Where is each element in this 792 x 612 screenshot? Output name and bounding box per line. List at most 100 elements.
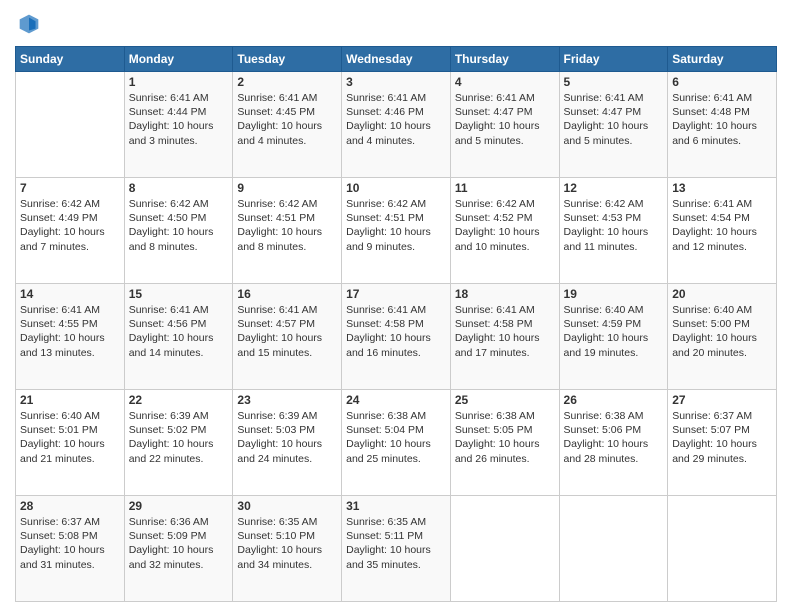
day-number: 16 [237,287,337,301]
day-cell: 18 Sunrise: 6:41 AMSunset: 4:58 PMDayligh… [450,284,559,390]
day-info: Sunrise: 6:41 AMSunset: 4:47 PMDaylight:… [564,91,664,148]
day-info: Sunrise: 6:35 AMSunset: 5:11 PMDaylight:… [346,515,446,572]
day-cell: 17Sunrise: 6:41 AMSunset: 4:58 PMDayligh… [342,284,451,390]
day-cell: 31 Sunrise: 6:35 AMSunset: 5:11 PMDayligh… [342,496,451,602]
day-cell [668,496,777,602]
day-cell: 6 Sunrise: 6:41 AMSunset: 4:48 PMDaylight… [668,72,777,178]
day-number: 20 [672,287,772,301]
day-cell: 12Sunrise: 6:42 AMSunset: 4:53 PMDayligh… [559,178,668,284]
day-info: Sunrise: 6:36 AMSunset: 5:09 PMDaylight:… [129,515,229,572]
day-info: Sunrise: 6:42 AMSunset: 4:49 PMDaylight:… [20,197,120,254]
day-info: Sunrise: 6:38 AMSunset: 5:06 PMDaylight:… [564,409,664,466]
day-info: Sunrise: 6:41 AMSunset: 4:54 PMDaylight:… [672,197,772,254]
day-cell [559,496,668,602]
day-info: Sunrise: 6:40 AMSunset: 4:59 PMDaylight:… [564,303,664,360]
day-info: Sunrise: 6:42 AMSunset: 4:53 PMDaylight:… [564,197,664,254]
weekday-thursday: Thursday [450,47,559,72]
day-info: Sunrise: 6:41 AMSunset: 4:56 PMDaylight:… [129,303,229,360]
day-info: Sunrise: 6:41 AMSunset: 4:55 PMDaylight:… [20,303,120,360]
day-cell: 30 Sunrise: 6:35 AMSunset: 5:10 PMDayligh… [233,496,342,602]
day-number: 30 [237,499,337,513]
day-cell: 11 Sunrise: 6:42 AMSunset: 4:52 PMDayligh… [450,178,559,284]
day-cell: 13 Sunrise: 6:41 AMSunset: 4:54 PMDayligh… [668,178,777,284]
day-info: Sunrise: 6:42 AMSunset: 4:50 PMDaylight:… [129,197,229,254]
day-info: Sunrise: 6:41 AMSunset: 4:46 PMDaylight:… [346,91,446,148]
day-number: 22 [129,393,229,407]
day-number: 10 [346,181,446,195]
day-info: Sunrise: 6:42 AMSunset: 4:51 PMDaylight:… [346,197,446,254]
day-cell: 28 Sunrise: 6:37 AMSunset: 5:08 PMDayligh… [16,496,125,602]
day-number: 5 [564,75,664,89]
day-info: Sunrise: 6:41 AMSunset: 4:45 PMDaylight:… [237,91,337,148]
page: SundayMondayTuesdayWednesdayThursdayFrid… [0,0,792,612]
weekday-sunday: Sunday [16,47,125,72]
day-number: 21 [20,393,120,407]
day-info: Sunrise: 6:39 AMSunset: 5:03 PMDaylight:… [237,409,337,466]
day-info: Sunrise: 6:40 AMSunset: 5:00 PMDaylight:… [672,303,772,360]
day-cell: 26Sunrise: 6:38 AMSunset: 5:06 PMDayligh… [559,390,668,496]
day-info: Sunrise: 6:38 AMSunset: 5:05 PMDaylight:… [455,409,555,466]
day-info: Sunrise: 6:40 AMSunset: 5:01 PMDaylight:… [20,409,120,466]
week-row-1: 1 Sunrise: 6:41 AMSunset: 4:44 PMDaylight… [16,72,777,178]
day-number: 24 [346,393,446,407]
day-cell: 27 Sunrise: 6:37 AMSunset: 5:07 PMDayligh… [668,390,777,496]
day-cell: 22Sunrise: 6:39 AMSunset: 5:02 PMDayligh… [124,390,233,496]
weekday-friday: Friday [559,47,668,72]
day-info: Sunrise: 6:42 AMSunset: 4:52 PMDaylight:… [455,197,555,254]
day-info: Sunrise: 6:41 AMSunset: 4:47 PMDaylight:… [455,91,555,148]
weekday-monday: Monday [124,47,233,72]
day-info: Sunrise: 6:41 AMSunset: 4:58 PMDaylight:… [346,303,446,360]
weekday-tuesday: Tuesday [233,47,342,72]
day-cell: 19Sunrise: 6:40 AMSunset: 4:59 PMDayligh… [559,284,668,390]
weekday-wednesday: Wednesday [342,47,451,72]
day-number: 23 [237,393,337,407]
day-cell: 10 Sunrise: 6:42 AMSunset: 4:51 PMDayligh… [342,178,451,284]
weekday-header-row: SundayMondayTuesdayWednesdayThursdayFrid… [16,47,777,72]
day-info: Sunrise: 6:37 AMSunset: 5:08 PMDaylight:… [20,515,120,572]
logo [15,10,47,38]
day-number: 13 [672,181,772,195]
day-number: 3 [346,75,446,89]
header [15,10,777,38]
day-info: Sunrise: 6:38 AMSunset: 5:04 PMDaylight:… [346,409,446,466]
day-cell: 15Sunrise: 6:41 AMSunset: 4:56 PMDayligh… [124,284,233,390]
day-cell: 16Sunrise: 6:41 AMSunset: 4:57 PMDayligh… [233,284,342,390]
day-cell: 14 Sunrise: 6:41 AMSunset: 4:55 PMDayligh… [16,284,125,390]
day-cell: 3 Sunrise: 6:41 AMSunset: 4:46 PMDaylight… [342,72,451,178]
day-number: 28 [20,499,120,513]
day-number: 8 [129,181,229,195]
day-info: Sunrise: 6:37 AMSunset: 5:07 PMDaylight:… [672,409,772,466]
calendar-table: SundayMondayTuesdayWednesdayThursdayFrid… [15,46,777,602]
day-number: 2 [237,75,337,89]
day-number: 27 [672,393,772,407]
weekday-saturday: Saturday [668,47,777,72]
day-number: 11 [455,181,555,195]
logo-icon [15,10,43,38]
day-number: 14 [20,287,120,301]
day-cell: 23 Sunrise: 6:39 AMSunset: 5:03 PMDayligh… [233,390,342,496]
day-cell: 5 Sunrise: 6:41 AMSunset: 4:47 PMDaylight… [559,72,668,178]
day-info: Sunrise: 6:41 AMSunset: 4:58 PMDaylight:… [455,303,555,360]
day-info: Sunrise: 6:35 AMSunset: 5:10 PMDaylight:… [237,515,337,572]
day-info: Sunrise: 6:41 AMSunset: 4:44 PMDaylight:… [129,91,229,148]
day-number: 1 [129,75,229,89]
day-number: 25 [455,393,555,407]
day-cell: 8 Sunrise: 6:42 AMSunset: 4:50 PMDaylight… [124,178,233,284]
day-number: 6 [672,75,772,89]
day-info: Sunrise: 6:41 AMSunset: 4:48 PMDaylight:… [672,91,772,148]
day-info: Sunrise: 6:42 AMSunset: 4:51 PMDaylight:… [237,197,337,254]
day-cell [16,72,125,178]
day-number: 29 [129,499,229,513]
week-row-2: 7Sunrise: 6:42 AMSunset: 4:49 PMDaylight… [16,178,777,284]
week-row-3: 14 Sunrise: 6:41 AMSunset: 4:55 PMDayligh… [16,284,777,390]
day-number: 18 [455,287,555,301]
day-cell [450,496,559,602]
day-cell: 4 Sunrise: 6:41 AMSunset: 4:47 PMDaylight… [450,72,559,178]
day-cell: 2 Sunrise: 6:41 AMSunset: 4:45 PMDaylight… [233,72,342,178]
week-row-4: 21 Sunrise: 6:40 AMSunset: 5:01 PMDayligh… [16,390,777,496]
day-cell: 9Sunrise: 6:42 AMSunset: 4:51 PMDaylight… [233,178,342,284]
day-number: 31 [346,499,446,513]
day-cell: 25 Sunrise: 6:38 AMSunset: 5:05 PMDayligh… [450,390,559,496]
day-cell: 1 Sunrise: 6:41 AMSunset: 4:44 PMDaylight… [124,72,233,178]
day-number: 4 [455,75,555,89]
